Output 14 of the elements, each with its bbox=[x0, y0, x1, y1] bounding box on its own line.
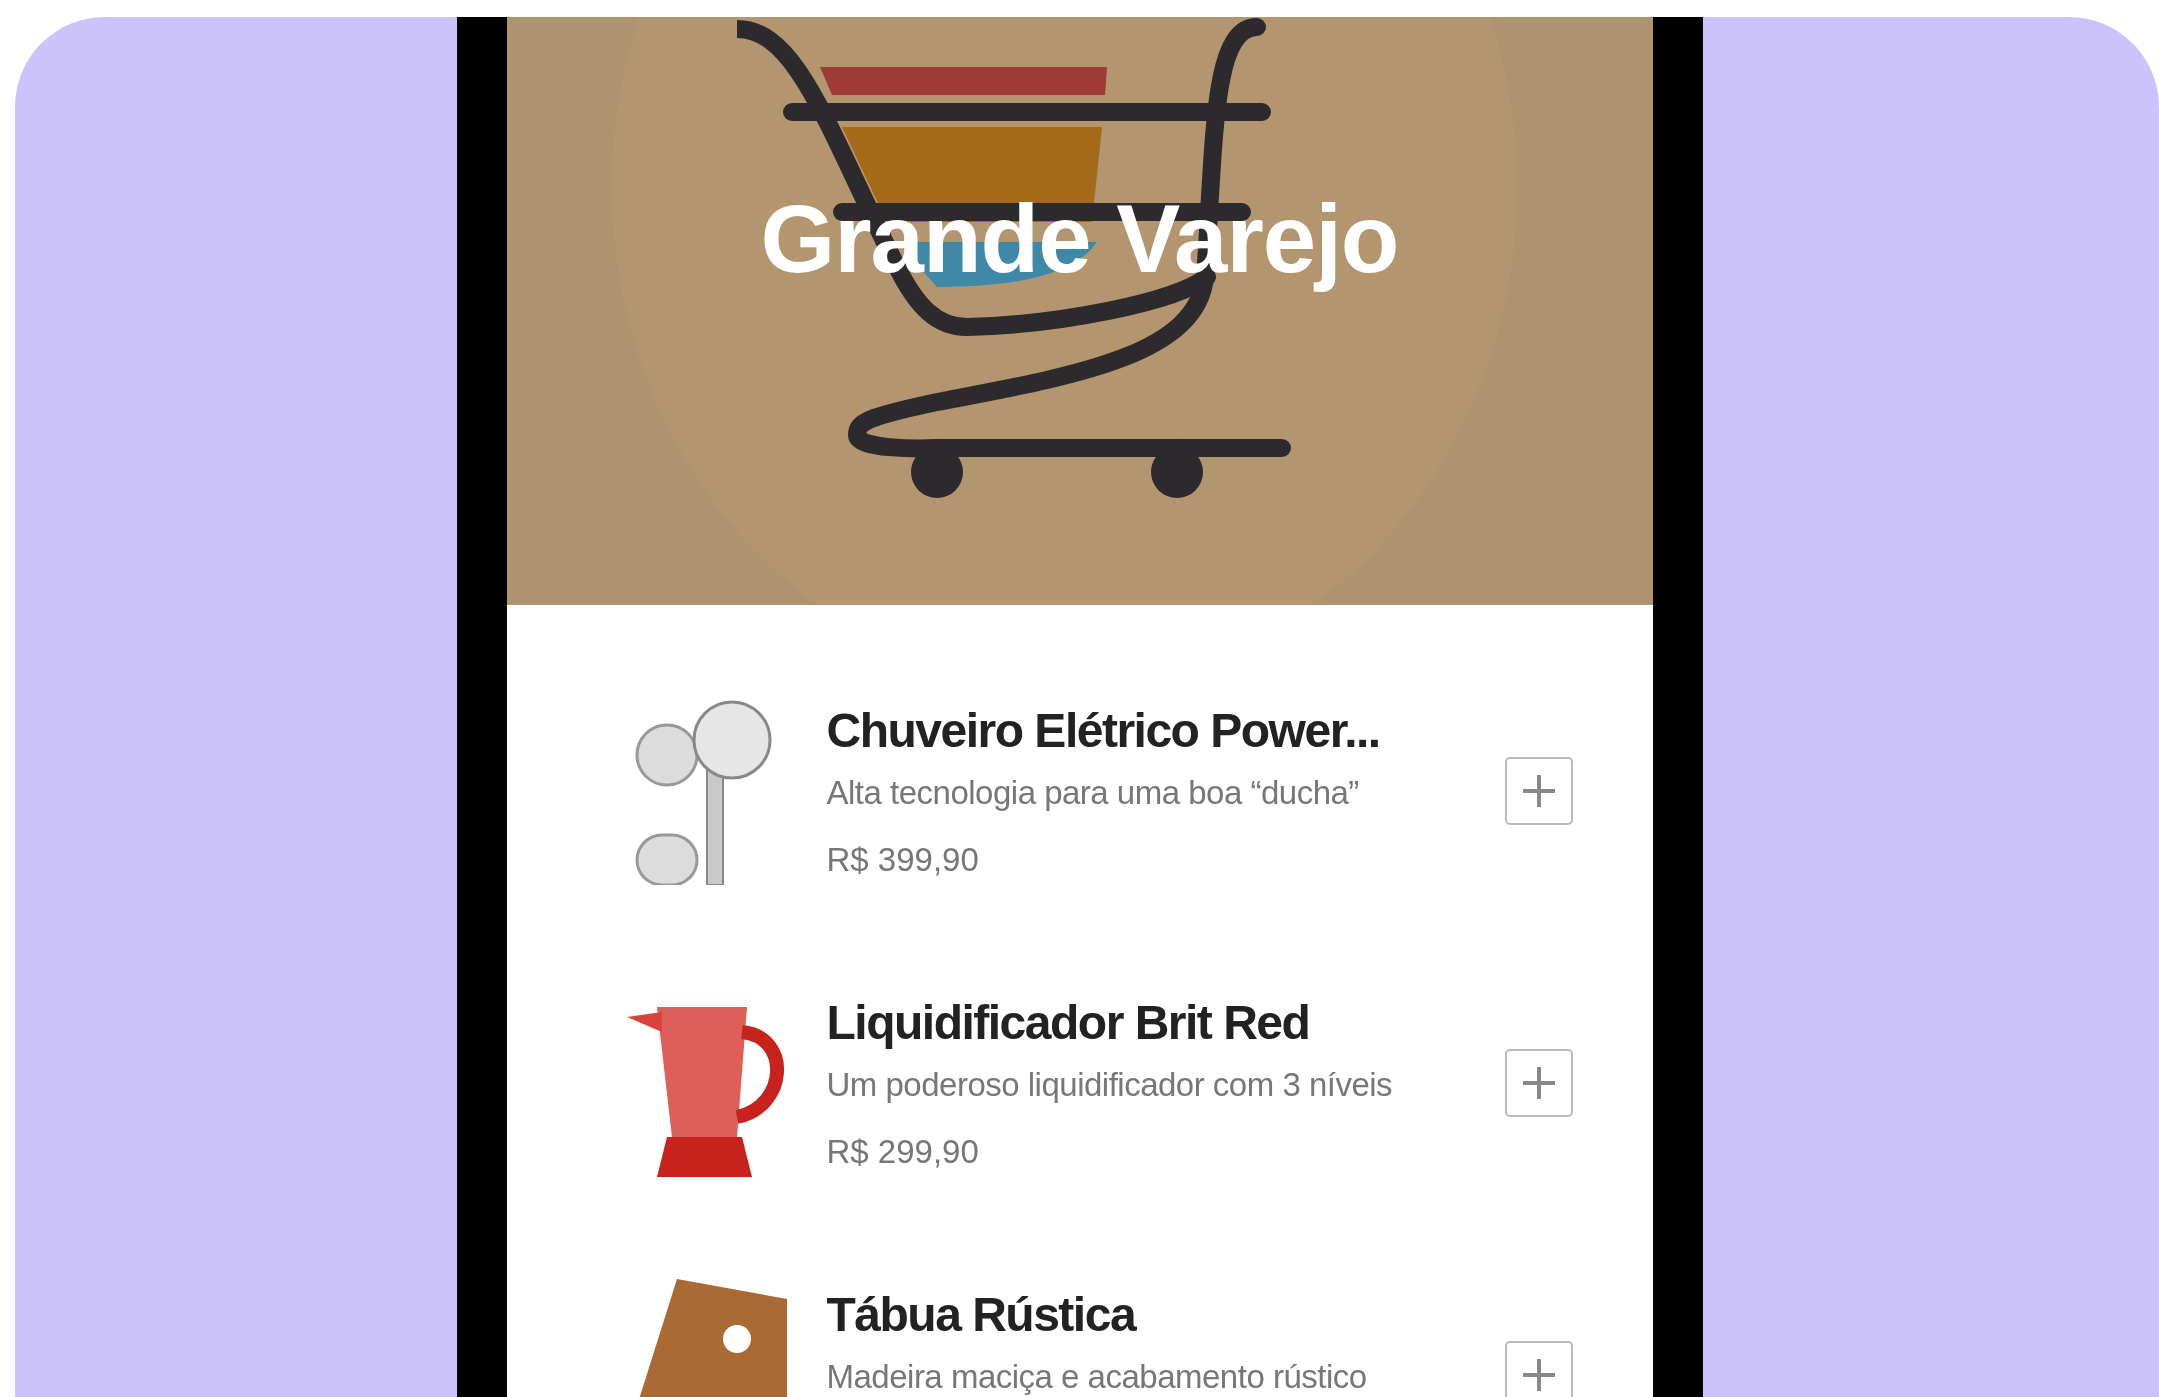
product-price: R$ 299,90 bbox=[826, 1132, 980, 1173]
add-button[interactable] bbox=[1504, 1341, 1573, 1397]
product-name: Chuveiro Elétrico Power... bbox=[826, 705, 1381, 758]
add-button[interactable] bbox=[1504, 757, 1573, 825]
product-description: Madeira maciça e acabamento rústico bbox=[826, 1356, 1368, 1397]
product-price: R$ 399,90 bbox=[826, 840, 980, 881]
plus-icon bbox=[1520, 773, 1557, 809]
add-button[interactable] bbox=[1504, 1049, 1573, 1117]
product-name: Tábua Rústica bbox=[826, 1289, 1137, 1342]
plus-icon bbox=[1520, 1357, 1557, 1393]
plus-icon bbox=[1520, 1065, 1557, 1101]
product-description: Um poderoso liquidificador com 3 níveis bbox=[826, 1064, 1394, 1105]
product-name: Liquidificador Brit Red bbox=[826, 997, 1311, 1050]
product-description: Alta tecnologia para uma boa “ducha” bbox=[826, 772, 1360, 813]
